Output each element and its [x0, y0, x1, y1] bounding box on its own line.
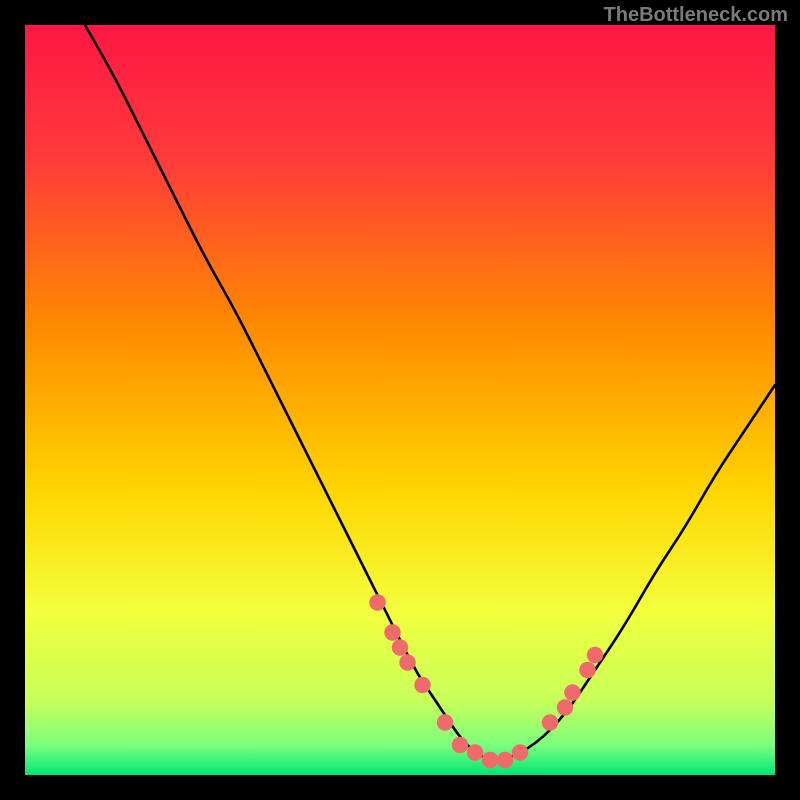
marker-dot [399, 654, 416, 671]
marker-dot [587, 647, 604, 664]
marker-dot [579, 662, 596, 679]
marker-dot [497, 752, 514, 769]
marker-dot [452, 737, 469, 754]
marker-dot [482, 752, 499, 769]
chart-svg [25, 25, 775, 775]
marker-dot [369, 594, 386, 611]
marker-dot [467, 744, 484, 761]
watermark-text: TheBottleneck.com [604, 4, 788, 27]
marker-dot [437, 714, 454, 731]
marker-dot [512, 744, 529, 761]
highlight-dots [369, 594, 603, 768]
marker-dot [557, 699, 574, 716]
bottleneck-curve [85, 25, 775, 760]
marker-dot [414, 677, 431, 694]
chart-stage: TheBottleneck.com [0, 0, 800, 800]
plot-area [25, 25, 775, 775]
marker-dot [384, 624, 401, 641]
marker-dot [542, 714, 559, 731]
marker-dot [392, 639, 409, 656]
marker-dot [564, 684, 581, 701]
